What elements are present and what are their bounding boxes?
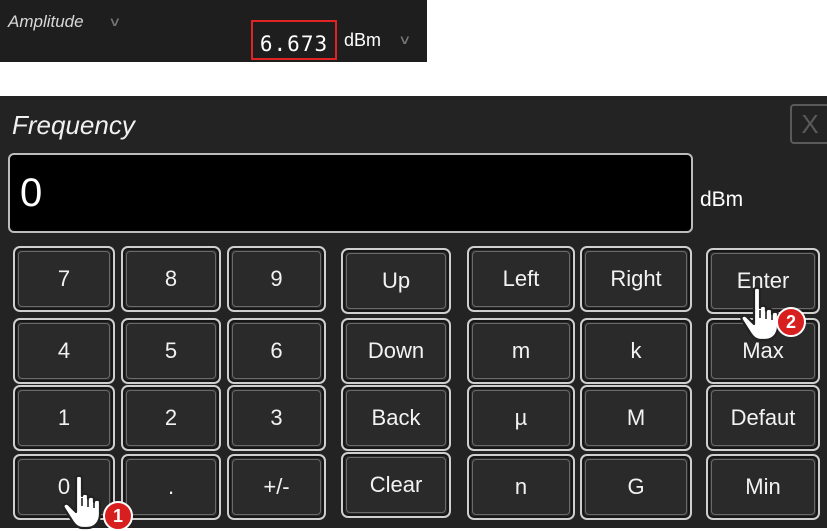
key-nano[interactable]: n (467, 454, 575, 520)
key-up[interactable]: Up (341, 248, 451, 314)
amplitude-value-field[interactable]: 6.673 (251, 20, 337, 60)
hand-pointer-icon (62, 474, 102, 530)
unit-chevron-down-icon[interactable]: ∨ (398, 32, 411, 48)
key-down[interactable]: Down (341, 318, 451, 384)
key-left[interactable]: Left (467, 246, 575, 312)
key-back[interactable]: Back (341, 385, 451, 451)
key-milli[interactable]: m (467, 318, 575, 384)
key-giga[interactable]: G (580, 454, 692, 520)
key-mega[interactable]: M (580, 385, 692, 451)
key-micro[interactable]: µ (467, 385, 575, 451)
amplitude-label: Amplitude (8, 12, 84, 31)
key-decimal-point[interactable]: . (121, 454, 221, 520)
entry-unit-label: dBm (700, 188, 744, 211)
key-clear[interactable]: Clear (341, 452, 451, 518)
key-plus-minus[interactable]: +/- (227, 454, 326, 520)
amplitude-unit-label: dBm (344, 30, 382, 50)
step-badge-2: 2 (776, 307, 806, 337)
key-right[interactable]: Right (580, 246, 692, 312)
key-5[interactable]: 5 (121, 318, 221, 384)
close-button[interactable]: X (790, 104, 827, 144)
key-2[interactable]: 2 (121, 385, 221, 451)
key-min[interactable]: Min (706, 454, 820, 520)
key-1[interactable]: 1 (13, 385, 115, 451)
key-kilo[interactable]: k (580, 318, 692, 384)
key-8[interactable]: 8 (121, 246, 221, 312)
step-badge-1: 1 (103, 501, 133, 531)
amplitude-bar: Amplitude ∨ 6.673 dBm ∨ (0, 0, 427, 62)
key-9[interactable]: 9 (227, 246, 326, 312)
key-3[interactable]: 3 (227, 385, 326, 451)
entry-field[interactable]: 0 (8, 153, 693, 233)
dialog-title: Frequency (12, 110, 135, 140)
key-4[interactable]: 4 (13, 318, 115, 384)
key-7[interactable]: 7 (13, 246, 115, 312)
key-default[interactable]: Defaut (706, 385, 820, 451)
frequency-keypad-dialog: Frequency X 0 dBm 7 8 9 Up Left Right En… (0, 96, 827, 531)
amplitude-chevron-down-icon[interactable]: ∨ (108, 14, 121, 30)
key-6[interactable]: 6 (227, 318, 326, 384)
